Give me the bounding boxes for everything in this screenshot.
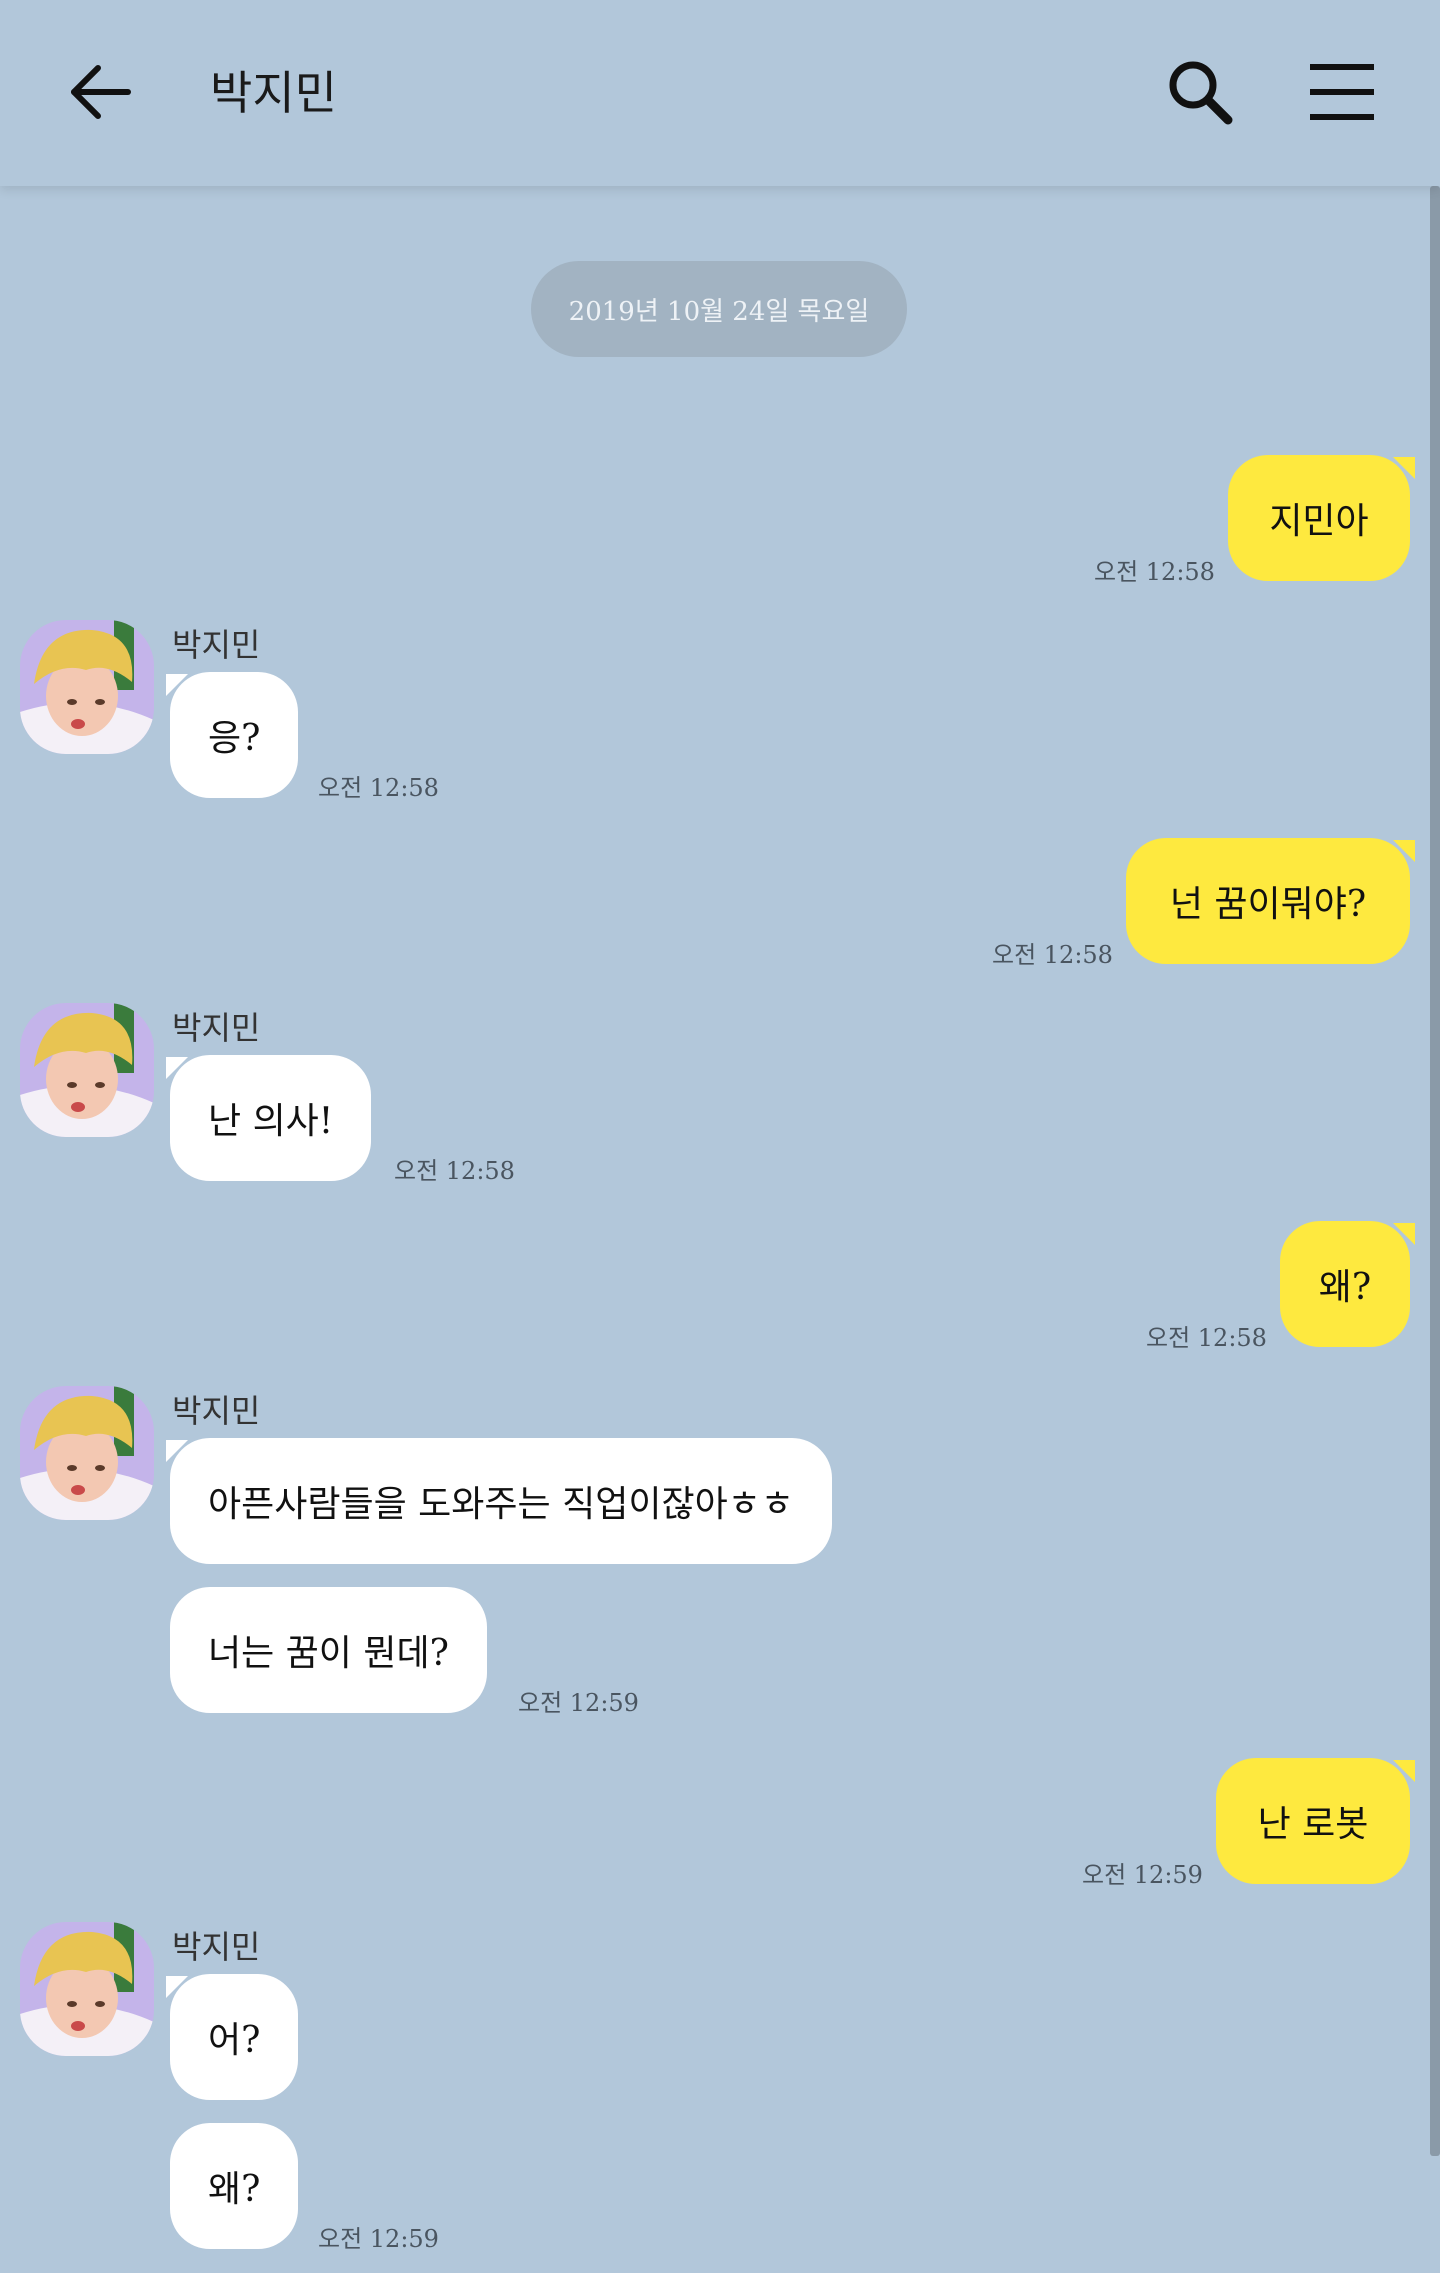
bubble-tail bbox=[1393, 457, 1415, 479]
other-message-bubble[interactable]: 너는 꿈이 뭔데? bbox=[170, 1587, 487, 1713]
other-message-bubble[interactable]: 아픈사람들을 도와주는 직업이잖아ㅎㅎ bbox=[170, 1438, 832, 1564]
my-message-bubble[interactable]: 지민아 bbox=[1228, 455, 1410, 581]
chat-header: 박지민 bbox=[0, 0, 1440, 186]
sender-name: 박지민 bbox=[172, 1009, 261, 1047]
profile-photo bbox=[20, 1386, 154, 1520]
search-button[interactable] bbox=[1160, 52, 1240, 132]
profile-photo bbox=[20, 1922, 154, 2056]
message-time: 오전 12:59 bbox=[1082, 1861, 1203, 1889]
hamburger-menu-icon bbox=[1310, 64, 1374, 120]
bubble-tail bbox=[166, 1440, 188, 1462]
avatar[interactable] bbox=[20, 1922, 154, 2056]
bubble-tail bbox=[166, 1057, 188, 1079]
sender-name: 박지민 bbox=[172, 1928, 261, 1966]
profile-photo bbox=[20, 620, 154, 754]
avatar[interactable] bbox=[20, 1003, 154, 1137]
my-message-bubble[interactable]: 난 로봇 bbox=[1216, 1758, 1410, 1884]
back-button[interactable] bbox=[62, 52, 142, 132]
chat-title: 박지민 bbox=[210, 66, 337, 120]
menu-button[interactable] bbox=[1300, 52, 1384, 132]
bubble-tail bbox=[1393, 1760, 1415, 1782]
sender-name: 박지민 bbox=[172, 1392, 261, 1430]
profile-photo bbox=[20, 1003, 154, 1137]
other-message-bubble[interactable]: 왜? bbox=[170, 2123, 299, 2249]
date-divider: 2019년 10월 24일 목요일 bbox=[531, 261, 907, 357]
message-time: 오전 12:58 bbox=[394, 1157, 515, 1185]
search-icon bbox=[1169, 61, 1233, 125]
other-message-bubble[interactable]: 어? bbox=[170, 1974, 299, 2100]
bubble-tail bbox=[1393, 840, 1415, 862]
my-message-bubble[interactable]: 넌 꿈이뭐야? bbox=[1126, 838, 1410, 964]
message-time: 오전 12:58 bbox=[1146, 1324, 1267, 1352]
message-time: 오전 12:58 bbox=[1094, 558, 1215, 586]
avatar[interactable] bbox=[20, 1386, 154, 1520]
message-time: 오전 12:59 bbox=[318, 2225, 439, 2253]
bubble-tail bbox=[1393, 1223, 1415, 1245]
my-message-bubble[interactable]: 왜? bbox=[1280, 1221, 1410, 1347]
other-message-bubble[interactable]: 응? bbox=[170, 672, 299, 798]
message-time: 오전 12:58 bbox=[992, 941, 1113, 969]
other-message-bubble[interactable]: 난 의사! bbox=[170, 1055, 372, 1181]
sender-name: 박지민 bbox=[172, 626, 261, 664]
bubble-tail bbox=[166, 674, 188, 696]
arrow-left-icon bbox=[71, 65, 131, 119]
message-time: 오전 12:58 bbox=[318, 774, 439, 802]
avatar[interactable] bbox=[20, 620, 154, 754]
bubble-tail bbox=[166, 1976, 188, 1998]
message-time: 오전 12:59 bbox=[518, 1689, 639, 1717]
scrollbar[interactable] bbox=[1430, 186, 1440, 2156]
